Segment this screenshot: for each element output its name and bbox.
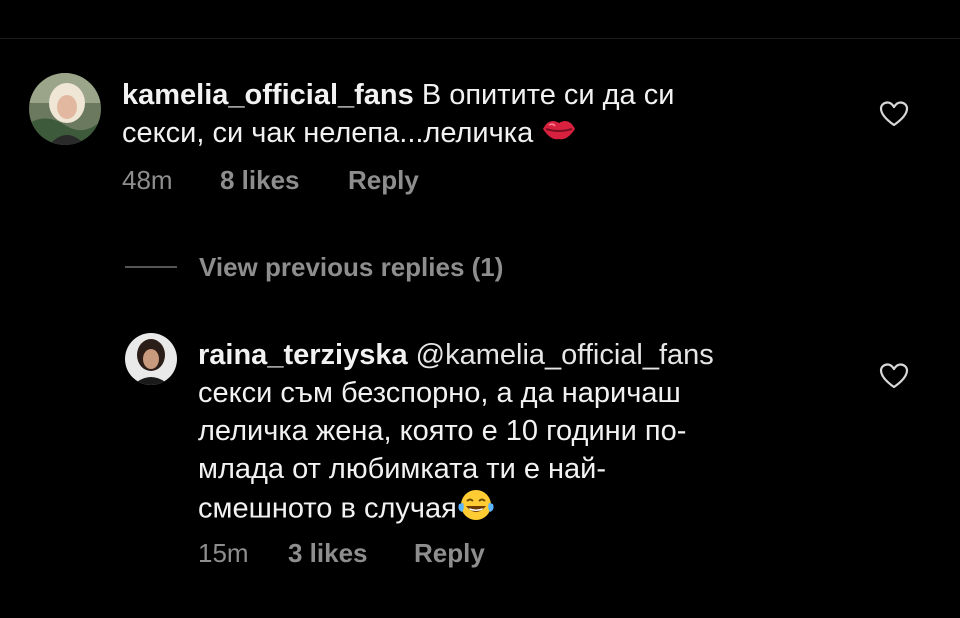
heart-outline-icon[interactable] [879, 362, 909, 390]
reply-body-line: млада от любимката ти е най- [198, 453, 607, 485]
top-divider [0, 38, 960, 39]
comment-text: kamelia_official_fans В опитите си да си… [122, 76, 802, 153]
reply-likes[interactable]: 3 likes [288, 538, 368, 569]
reply-text: raina_terziyska @kamelia_official_fans с… [198, 336, 818, 532]
reply-time: 15m [198, 538, 249, 568]
comment-likes[interactable]: 8 likes [220, 165, 300, 196]
comment-body: секси, си чак нелепа...леличка [122, 117, 534, 149]
avatar[interactable] [125, 333, 177, 385]
reply-body-line: смешното в случая [198, 492, 457, 525]
reply-body-line: секси съм безспорно, а да наричаш [198, 377, 681, 409]
tears-of-joy-emoji [457, 488, 495, 532]
kiss-lips-emoji [541, 115, 577, 153]
thread-divider [125, 266, 177, 268]
view-previous-replies-label: View previous replies (1) [199, 252, 504, 282]
comment-username[interactable]: kamelia_official_fans [122, 79, 414, 111]
reply-button[interactable]: Reply [348, 165, 419, 196]
reply-body-line: леличка жена, която е 10 години по- [198, 415, 687, 447]
reply-button[interactable]: Reply [414, 538, 485, 569]
reply-mention[interactable]: @kamelia_official_fans [416, 339, 714, 371]
avatar[interactable] [29, 73, 101, 145]
heart-outline-icon[interactable] [879, 100, 909, 128]
reply-username[interactable]: raina_terziyska [198, 339, 408, 371]
comment-time: 48m [122, 165, 173, 195]
comment-body: В опитите си да си [421, 79, 675, 111]
